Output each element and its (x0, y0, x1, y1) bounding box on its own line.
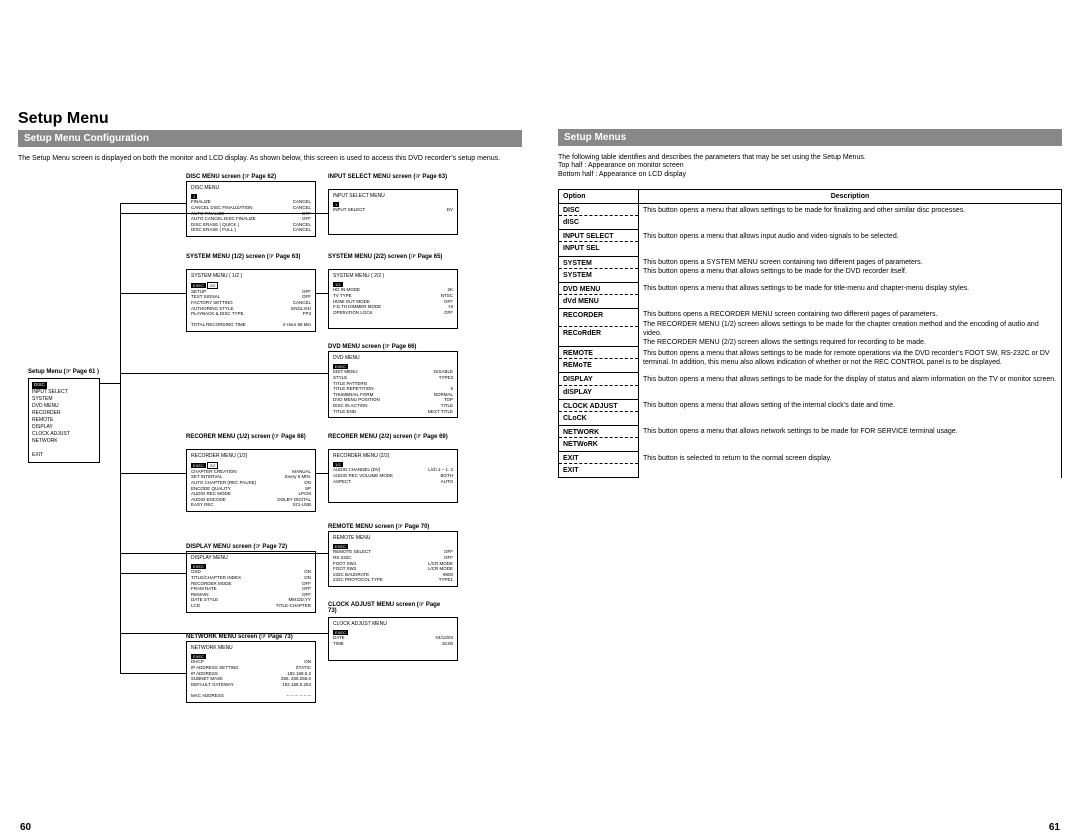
box-title: DISPLAY MENU (191, 555, 311, 561)
root-item: NETWORK (32, 438, 58, 444)
sys1-label: SYSTEM MENU (1/2) screen (☞ Page 63) (186, 253, 306, 260)
option-lcd: INPUT SEL (559, 242, 639, 256)
option-monitor: RECORDER (559, 308, 639, 326)
options-table: Option Description DISCThis button opens… (558, 189, 1062, 478)
option-description: This button opens a menu that allows set… (639, 282, 1062, 308)
display-box: DISPLAY MENU EXEC OSDON TITLE/CHAPTER IN… (186, 551, 316, 612)
option-lcd: SYSTEM (559, 268, 639, 282)
box-title: RECORDER MENU (2/2) (333, 453, 453, 459)
rec1-box: RECORDER MENU (1/2) EXEC2/2 CHAPTER CREA… (186, 449, 316, 512)
option-monitor: SYSTEM (559, 256, 639, 268)
box-title: DISC MENU (191, 185, 311, 191)
root-item: REMOTE (32, 417, 53, 423)
right-page: Setup Menus The following table identifi… (540, 110, 1080, 753)
remote-box: REMOTE MENU EXEC REMOTE SELECTOFF RS-232… (328, 531, 458, 587)
root-label: Setup Menu (☞ Page 61 ) (28, 368, 99, 375)
option-monitor: DISC (559, 204, 639, 216)
dvd-box: DVD MENU EXEC EDIT MENUDISABLE STYLETYPE… (328, 351, 458, 418)
root-item: INPUT SELECT (32, 389, 68, 395)
box-title: SYSTEM MENU ( 1/2 ) (191, 273, 311, 279)
root-item: RECORDER (32, 410, 61, 416)
option-description: This button opens a menu that allows inp… (639, 230, 1062, 256)
option-lcd: RECoRdER (559, 326, 639, 347)
clock-label: CLOCK ADJUST MENU screen (☞ Page 73) (328, 601, 448, 614)
option-monitor: DVD MENU (559, 282, 639, 294)
main-title: Setup Menu (18, 110, 522, 128)
option-lcd: REMoTE (559, 359, 639, 373)
option-description: This button is selected to return to the… (639, 452, 1062, 478)
sys1-box: SYSTEM MENU ( 1/2 ) EXEC2/2 SETUPOFF TES… (186, 269, 316, 332)
option-monitor: REMOTE (559, 347, 639, 359)
left-page: Setup Menu Setup Menu Configuration The … (0, 110, 540, 753)
option-monitor: CLOCK ADJUST (559, 399, 639, 411)
network-label: NETWORK MENU screen (☞ Page 73) (186, 633, 293, 640)
box-title: CLOCK ADJUST MENU (333, 621, 453, 627)
sys2-label: SYSTEM MENU (2/2) screen (☞ Page 65) (328, 253, 448, 260)
root-box: DISC INPUT SELECT SYSTEM DVD MENU RECORD… (28, 378, 100, 463)
page-spread: Setup Menu Setup Menu Configuration The … (0, 0, 1080, 753)
rec1-label: RECORER MENU (1/2) screen (☞ Page 68) (186, 433, 306, 440)
disc-label: DISC MENU screen (☞ Page 62) (186, 173, 276, 180)
option-lcd: dISPLAY (559, 385, 639, 399)
root-item: EXIT (32, 452, 43, 458)
option-monitor: DISPLAY (559, 373, 639, 385)
root-highlight: DISC (32, 382, 47, 388)
option-description: This button opens a menu that allows set… (639, 347, 1062, 373)
option-monitor: INPUT SELECT (559, 230, 639, 242)
root-item: SYSTEM (32, 396, 53, 402)
box-title: REMOTE MENU (333, 535, 453, 541)
sys2-box: SYSTEM MENU ( 2/2 ) 1/2 HD IN MODE2K TV … (328, 269, 458, 329)
remote-label: REMOTE MENU screen (☞ Page 70) (328, 523, 429, 530)
option-description: This buttons opens a RECORDER MENU scree… (639, 308, 1062, 346)
option-monitor: EXIT (559, 452, 639, 464)
box-title: NETWORK MENU (191, 645, 311, 651)
root-item: CLOCK ADJUST (32, 431, 70, 437)
option-description: This button opens a menu that allows set… (639, 204, 1062, 230)
option-description: This button opens a menu that allows set… (639, 399, 1062, 425)
network-box: NETWORK MENU EXEC DHCPON IP ADDRESS SETT… (186, 641, 316, 702)
display-label: DISPLAY MENU screen (☞ Page 72) (186, 543, 287, 550)
box-title: INPUT SELECT MENU (333, 193, 453, 199)
option-lcd: CLoCK (559, 411, 639, 425)
option-lcd: EXIT (559, 464, 639, 478)
dvd-label: DVD MENU screen (☞ Page 66) (328, 343, 416, 350)
right-subhead: Setup Menus (558, 129, 1062, 146)
option-lcd: dISC (559, 216, 639, 230)
right-intro: The following table identifies and descr… (558, 154, 1062, 179)
option-description: This button opens a SYSTEM MENU screen c… (639, 256, 1062, 282)
disc-box: DISC MENU 1 FINALIZECANCEL CANCEL DISC F… (186, 181, 316, 237)
input-box: INPUT SELECT MENU 1 INPUT SELECTDV (328, 189, 458, 235)
option-lcd: NETWoRK (559, 437, 639, 451)
rec2-label: RECORER MENU (2/2) screen (☞ Page 69) (328, 433, 448, 440)
setup-diagram: Setup Menu (☞ Page 61 ) DISC INPUT SELEC… (18, 173, 522, 753)
rec2-box: RECORDER MENU (2/2) 1/2 AUDIO CHANNEL (D… (328, 449, 458, 503)
clock-box: CLOCK ADJUST MENU EXEC DATE04/12/04 TIME… (328, 617, 458, 661)
input-label: INPUT SELECT MENU screen (☞ Page 63) (328, 173, 448, 180)
option-monitor: NETWORK (559, 425, 639, 437)
left-subhead: Setup Menu Configuration (18, 130, 522, 147)
box-title: SYSTEM MENU ( 2/2 ) (333, 273, 453, 279)
th-description: Description (639, 190, 1062, 204)
box-title: RECORDER MENU (1/2) (191, 453, 311, 459)
option-lcd: dVd MENU (559, 294, 639, 308)
box-title: DVD MENU (333, 355, 453, 361)
root-item: DVD MENU (32, 403, 59, 409)
page-num-right: 61 (1049, 822, 1060, 833)
root-item: DISPLAY (32, 424, 53, 430)
th-option: Option (559, 190, 639, 204)
left-intro: The Setup Menu screen is displayed on bo… (18, 155, 522, 163)
option-description: This button opens a menu that allows set… (639, 373, 1062, 399)
option-description: This button opens a menu that allows net… (639, 425, 1062, 451)
page-num-left: 60 (20, 822, 31, 833)
